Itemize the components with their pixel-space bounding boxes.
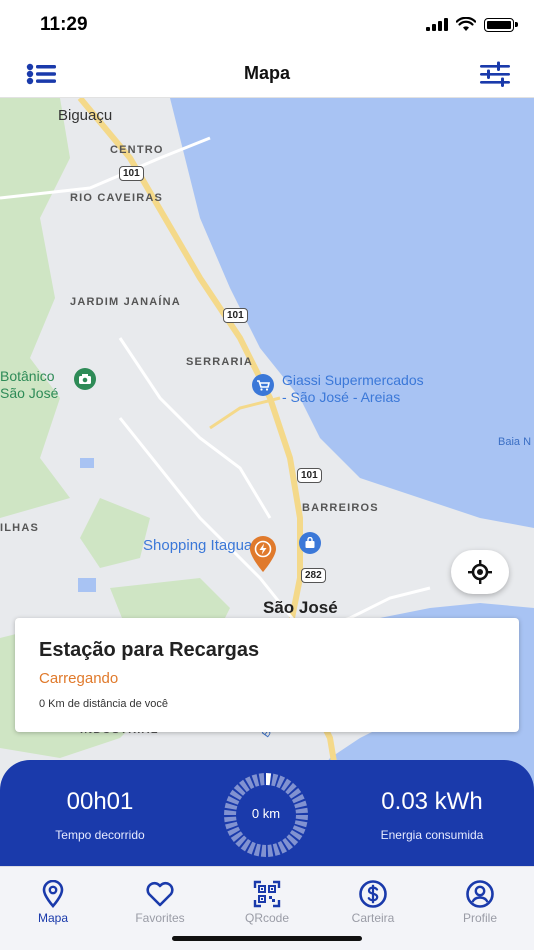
- battery-icon: [484, 17, 518, 32]
- highway-shield-101: 101: [297, 468, 322, 483]
- status-time: 11:29: [40, 14, 88, 35]
- wifi-icon: [456, 17, 476, 31]
- heart-icon: [146, 881, 174, 907]
- gauge-segment: [267, 844, 274, 857]
- tab-label: Carteira: [351, 911, 395, 925]
- map-label-rio-caveiras: RIO CAVEIRAS: [70, 192, 164, 204]
- charging-station-pin-icon[interactable]: [248, 535, 278, 573]
- status-bar: 11:29: [0, 0, 534, 50]
- map-label-sao-jose: São José: [263, 598, 338, 617]
- map-label-barreiros: BARREIROS: [302, 502, 379, 514]
- tab-carteira[interactable]: Carteira: [333, 879, 413, 925]
- elapsed-time-stat: 00h01 Tempo decorrido: [40, 788, 160, 842]
- gauge-segment: [258, 773, 265, 786]
- map-label-biguacu: Biguaçu: [58, 107, 113, 124]
- highway-shield-101: 101: [223, 308, 248, 323]
- tab-profile[interactable]: Profile: [440, 879, 520, 925]
- qrcode-icon: [253, 880, 281, 908]
- crosshair-icon: [468, 560, 492, 584]
- energy-value: 0.03 kWh: [381, 788, 483, 815]
- elapsed-time-value: 00h01: [66, 788, 134, 815]
- page-title: Mapa: [243, 63, 290, 83]
- map-label-botanico: Botânico São José: [0, 368, 59, 401]
- elapsed-time-label: Tempo decorrido: [55, 828, 145, 842]
- camera-poi-icon[interactable]: [74, 368, 96, 390]
- map-base: [0, 98, 534, 868]
- shopping-bag-poi-icon[interactable]: [299, 532, 321, 554]
- map-label-centro: CENTRO: [110, 144, 164, 156]
- tab-qrcode[interactable]: QRcode: [227, 879, 307, 925]
- tab-label: Profile: [462, 911, 497, 925]
- tab-label: Favorites: [135, 911, 185, 925]
- filter-sliders-icon[interactable]: [478, 60, 512, 88]
- gauge-segment: [260, 844, 266, 857]
- map-label-serraria: SERRARIA: [186, 356, 254, 368]
- map-pin-icon: [42, 880, 64, 908]
- status-icons: [426, 17, 518, 32]
- tab-favorites[interactable]: Favorites: [120, 879, 200, 925]
- tab-label: QRcode: [244, 911, 290, 925]
- tab-mapa[interactable]: Mapa: [13, 879, 93, 925]
- cellular-signal-icon: [426, 18, 448, 31]
- shopping-cart-poi-icon[interactable]: [252, 374, 274, 396]
- energy-stat: 0.03 kWh Energia consumida: [352, 788, 512, 842]
- station-status: Carregando: [39, 670, 119, 687]
- distance-gauge: 0 km: [221, 770, 311, 860]
- gauge-value: 0 km: [251, 806, 281, 821]
- dollar-icon: [359, 880, 387, 908]
- tab-label: Mapa: [37, 911, 69, 925]
- highway-shield-101: 101: [119, 166, 144, 181]
- map-label-jardim-janaina: JARDIM JANAÍNA: [70, 296, 181, 308]
- gauge-segment: [266, 773, 272, 786]
- my-location-button[interactable]: [451, 550, 509, 594]
- highway-shield-282: 282: [301, 568, 326, 583]
- map-label-baia-norte: Baia N: [498, 436, 532, 448]
- home-indicator: [172, 936, 362, 941]
- charging-panel: 00h01 Tempo decorrido 0 km 0.03 kWh Ener…: [0, 760, 534, 868]
- map-label-giassi: Giassi Supermercados - São José - Areias: [282, 372, 424, 405]
- map-view[interactable]: Biguaçu CENTRO RIO CAVEIRAS JARDIM JANAÍ…: [0, 98, 534, 868]
- station-title: Estação para Recargas: [39, 639, 260, 661]
- app-header: Mapa: [0, 50, 534, 98]
- energy-label: Energia consumida: [380, 828, 484, 842]
- station-distance: 0 Km de distância de você: [39, 698, 169, 710]
- map-label-ilhas: ILHAS: [0, 522, 39, 534]
- profile-icon: [466, 880, 494, 908]
- station-card[interactable]: Estação para Recargas Carregando 0 Km de…: [15, 618, 519, 732]
